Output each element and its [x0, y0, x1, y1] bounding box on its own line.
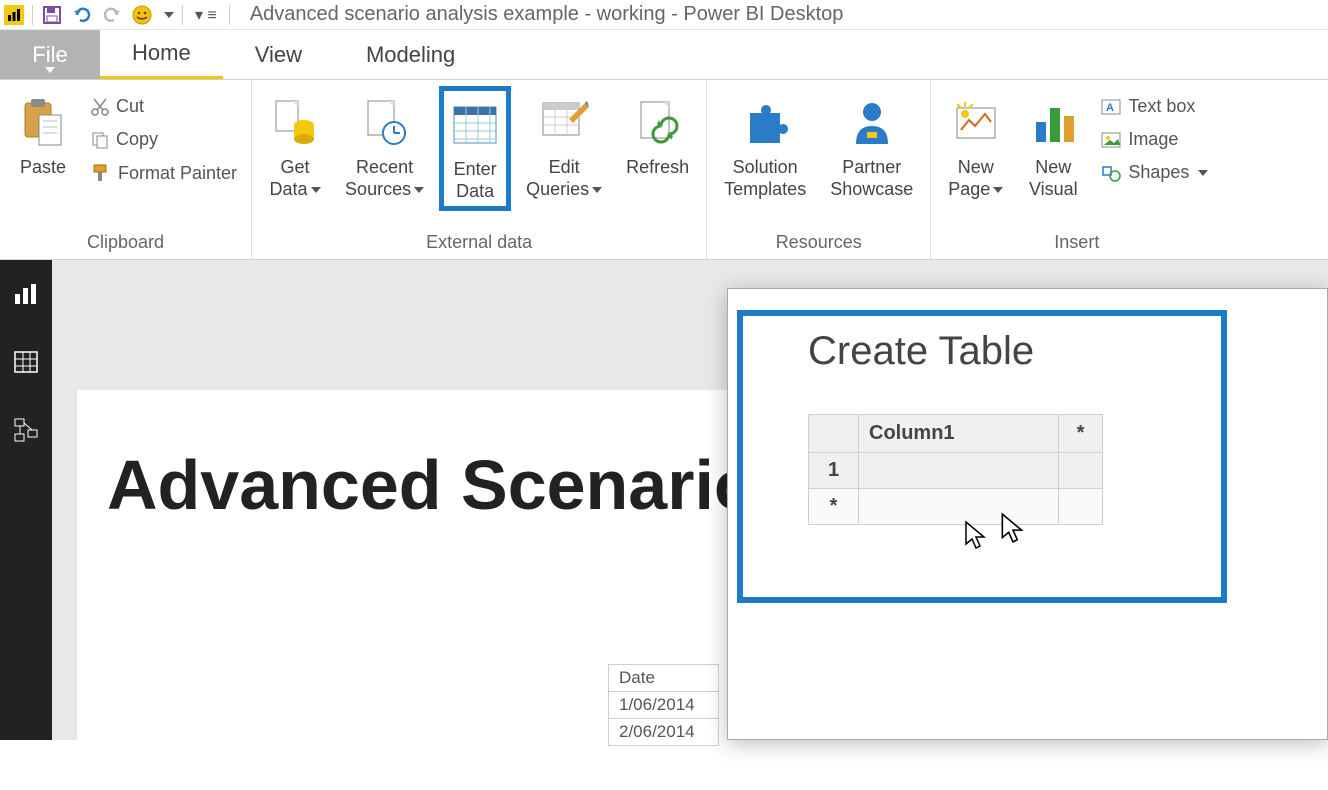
data-cell[interactable]	[859, 453, 1059, 489]
new-page-icon	[951, 93, 1001, 153]
ribbon-group-clipboard: Paste Cut Copy Format Painter Clipboard	[0, 80, 252, 259]
refresh-button[interactable]: Refresh	[617, 86, 698, 186]
group-label-external-data: External data	[260, 228, 698, 257]
window-title: Advanced scenario analysis example - wor…	[250, 3, 844, 26]
smiley-icon[interactable]	[131, 4, 153, 26]
chevron-down-icon	[1198, 170, 1208, 176]
app-icon	[4, 5, 24, 25]
enter-data-icon	[450, 95, 500, 155]
add-column-cell[interactable]: *	[1059, 415, 1103, 453]
person-icon	[850, 93, 894, 153]
quick-access-toolbar: ▾ ≡	[4, 4, 230, 26]
chevron-down-icon	[993, 187, 1003, 193]
get-data-button[interactable]: Get Data	[260, 86, 330, 207]
tab-home[interactable]: Home	[100, 30, 223, 79]
solution-templates-button[interactable]: Solution Templates	[715, 86, 815, 207]
date-cell[interactable]: 1/06/2014	[609, 692, 719, 719]
partner-showcase-button[interactable]: Partner Showcase	[821, 86, 922, 207]
scissors-icon	[90, 97, 110, 117]
date-table-visual[interactable]: Date 1/06/2014 2/06/2014	[608, 664, 719, 746]
tab-modeling[interactable]: Modeling	[334, 30, 487, 79]
ribbon: Paste Cut Copy Format Painter Clipboard	[0, 80, 1328, 260]
tab-file[interactable]: File	[0, 30, 100, 79]
separator	[229, 5, 230, 25]
chevron-down-icon	[311, 187, 321, 193]
separator	[182, 5, 183, 25]
grid-cell-blank[interactable]	[1059, 489, 1103, 525]
get-data-icon	[272, 93, 318, 153]
dialog-title: Create Table	[728, 289, 1327, 394]
data-view-icon[interactable]	[12, 348, 40, 376]
new-page-button[interactable]: New Page	[939, 86, 1012, 207]
edit-queries-icon	[539, 93, 589, 153]
redo-button[interactable]	[101, 4, 123, 26]
customize-qat-icon[interactable]: ▾ ≡	[191, 5, 221, 25]
group-label-insert: Insert	[939, 228, 1214, 257]
chevron-down-icon	[414, 187, 424, 193]
ribbon-group-resources: Solution Templates Partner Showcase Reso…	[707, 80, 931, 259]
copy-icon	[90, 130, 110, 150]
group-label-clipboard: Clipboard	[8, 228, 243, 257]
chevron-down-icon	[45, 67, 55, 73]
row-number[interactable]: 1	[809, 453, 859, 489]
image-button[interactable]: Image	[1094, 125, 1214, 154]
puzzle-icon	[740, 93, 790, 153]
shapes-button[interactable]: Shapes	[1094, 158, 1214, 187]
grid-corner[interactable]	[809, 415, 859, 453]
tab-view[interactable]: View	[223, 30, 334, 79]
report-title-text: Advanced Scenario	[77, 390, 727, 525]
undo-button[interactable]	[71, 4, 93, 26]
paste-icon	[21, 93, 65, 153]
shapes-icon	[1100, 163, 1122, 183]
recent-sources-icon	[362, 93, 408, 153]
new-visual-button[interactable]: New Visual	[1018, 86, 1088, 207]
bar-chart-icon	[1028, 93, 1078, 153]
separator	[32, 5, 33, 25]
tab-file-label: File	[32, 42, 67, 68]
date-column-header[interactable]: Date	[609, 665, 719, 692]
text-box-icon: A	[1100, 97, 1122, 117]
group-label-resources: Resources	[715, 228, 922, 257]
qat-dropdown-caret[interactable]	[164, 12, 174, 18]
recent-sources-button[interactable]: Recent Sources	[336, 86, 433, 207]
refresh-icon	[635, 93, 681, 153]
save-button[interactable]	[41, 4, 63, 26]
enter-data-button[interactable]: Enter Data	[439, 86, 511, 211]
ribbon-group-external-data: Get Data Recent Sources Enter Data Edit …	[252, 80, 707, 259]
column-header[interactable]: Column1	[859, 415, 1059, 453]
grid-cell-blank[interactable]	[859, 489, 1059, 525]
format-painter-button[interactable]: Format Painter	[84, 158, 243, 188]
add-row-cell[interactable]: *	[809, 489, 859, 525]
paintbrush-icon	[90, 162, 112, 184]
paste-button[interactable]: Paste	[8, 86, 78, 186]
create-table-dialog: Create Table Column1 * 1 *	[727, 288, 1328, 740]
model-view-icon[interactable]	[12, 416, 40, 444]
grid-cell-blank[interactable]	[1059, 453, 1103, 489]
date-cell[interactable]: 2/06/2014	[609, 719, 719, 746]
copy-button[interactable]: Copy	[84, 125, 243, 154]
ribbon-group-insert: New Page New Visual A Text box Image	[931, 80, 1222, 259]
edit-queries-button[interactable]: Edit Queries	[517, 86, 611, 207]
text-box-button[interactable]: A Text box	[1094, 92, 1214, 121]
titlebar: ▾ ≡ Advanced scenario analysis example -…	[0, 0, 1328, 30]
report-view-icon[interactable]	[12, 280, 40, 308]
cut-button[interactable]: Cut	[84, 92, 243, 121]
chevron-down-icon	[592, 187, 602, 193]
svg-text:A: A	[1106, 102, 1114, 114]
ribbon-tabs: File Home View Modeling	[0, 30, 1328, 80]
create-table-grid[interactable]: Column1 * 1 *	[808, 414, 1103, 525]
image-icon	[1100, 130, 1122, 150]
view-sidebar	[0, 260, 52, 740]
